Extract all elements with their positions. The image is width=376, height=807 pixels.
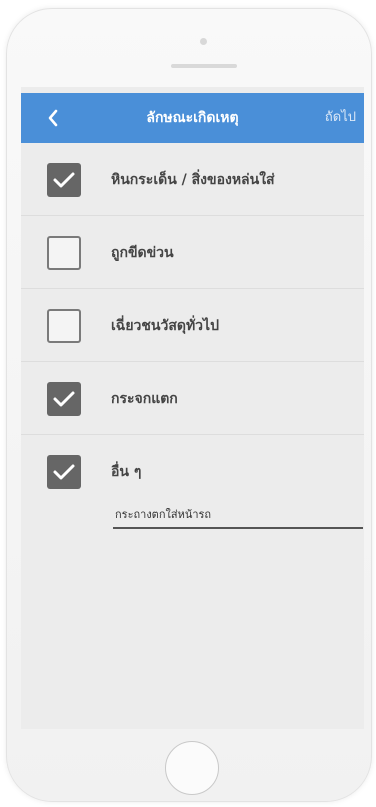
checkbox-checked[interactable] [47, 382, 81, 416]
navbar: ลักษณะเกิดเหตุ ถัดไป [21, 93, 364, 143]
checkbox-unchecked[interactable] [47, 309, 81, 343]
checkbox-unchecked[interactable] [47, 236, 81, 270]
phone-frame: ลักษณะเกิดเหตุ ถัดไป หินกระเด็น / สิ่งขอ… [6, 8, 372, 802]
home-button[interactable] [165, 741, 219, 795]
list-item[interactable]: กระจกแตก [21, 362, 364, 435]
speaker-slot [171, 64, 237, 68]
chevron-left-icon [48, 109, 58, 127]
list-item[interactable]: หินกระเด็น / สิ่งของหล่นใส่ [21, 143, 364, 216]
incident-type-list: หินกระเด็น / สิ่งของหล่นใส่ ถูกขีดข่วน เ… [21, 143, 364, 595]
app-screen: ลักษณะเกิดเหตุ ถัดไป หินกระเด็น / สิ่งขอ… [21, 87, 364, 729]
checkmark-icon [53, 391, 75, 407]
item-label: กระจกแตก [111, 391, 178, 407]
page-title: ลักษณะเกิดเหตุ [146, 110, 239, 126]
item-label: ถูกขีดข่วน [111, 245, 174, 261]
checkbox-checked[interactable] [47, 163, 81, 197]
back-button[interactable] [35, 102, 71, 134]
item-label: เฉี่ยวชนวัสดุทั่วไป [111, 318, 219, 334]
item-label: หินกระเด็น / สิ่งของหล่นใส่ [111, 172, 275, 188]
checkmark-icon [53, 172, 75, 188]
item-label: อื่น ๆ [111, 464, 142, 480]
checkbox-checked[interactable] [47, 455, 81, 489]
checkmark-icon [53, 464, 75, 480]
list-item[interactable]: ถูกขีดข่วน [21, 216, 364, 289]
next-button[interactable]: ถัดไป [325, 93, 356, 143]
list-item-other[interactable]: อื่น ๆ [21, 435, 364, 595]
other-description-input[interactable] [113, 501, 363, 529]
list-item[interactable]: เฉี่ยวชนวัสดุทั่วไป [21, 289, 364, 362]
camera-dot [200, 38, 207, 45]
